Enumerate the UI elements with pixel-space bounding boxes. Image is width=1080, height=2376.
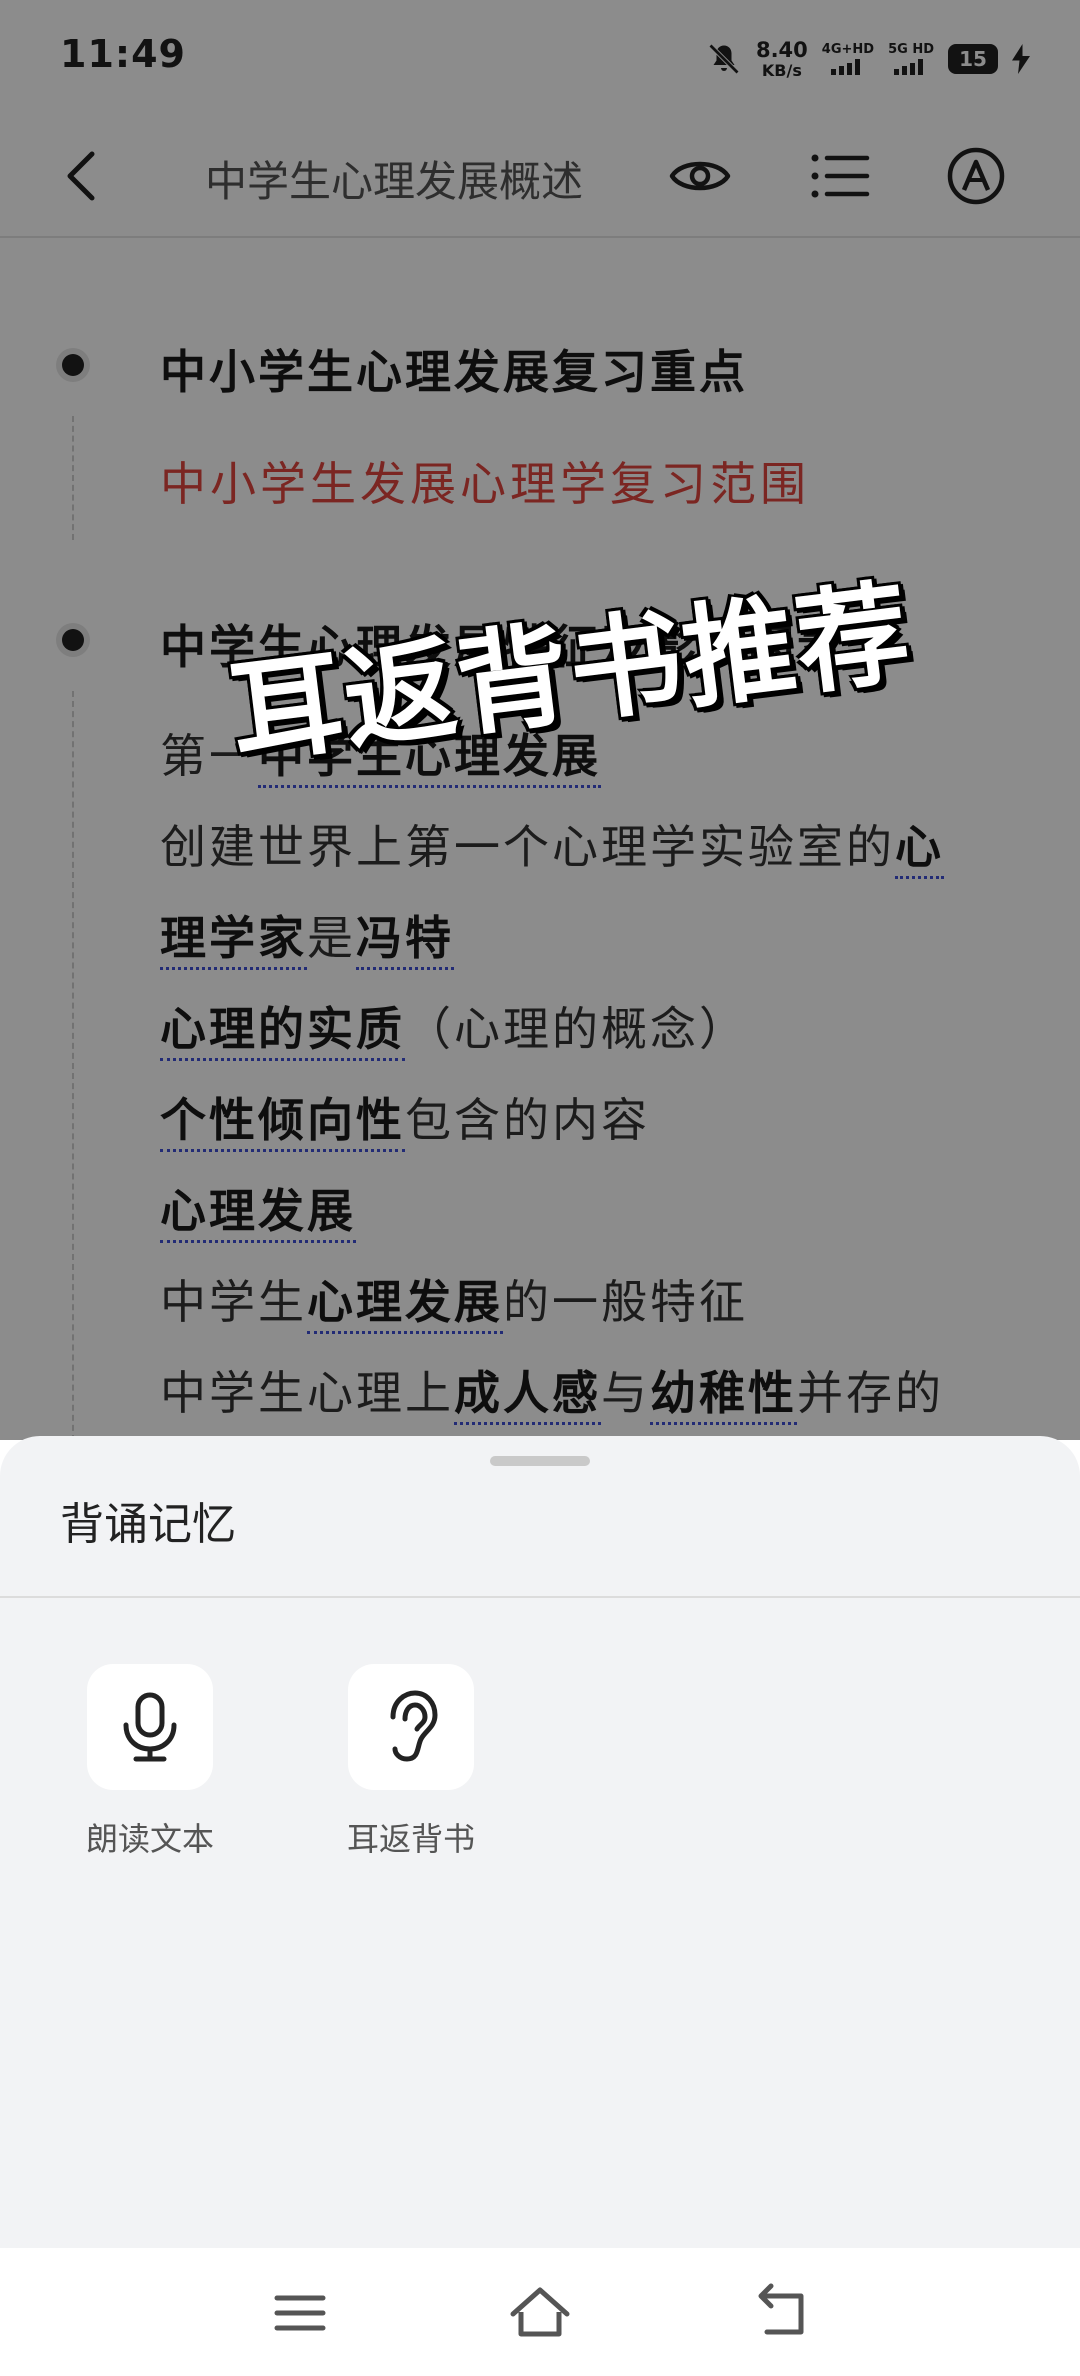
drag-handle[interactable] — [490, 1456, 590, 1466]
home-icon[interactable] — [505, 2278, 575, 2348]
menu-icon[interactable] — [265, 2278, 335, 2348]
action-icon-box[interactable] — [87, 1664, 213, 1790]
sheet-title: 背诵记忆 — [60, 1499, 236, 1550]
ear-icon — [390, 1690, 438, 1762]
read-aloud-button[interactable]: 朗读文本 — [65, 1664, 235, 1860]
microphone-icon — [123, 1692, 177, 1762]
system-nav-bar — [0, 2248, 1080, 2376]
back-icon[interactable] — [745, 2278, 815, 2348]
action-icon-box[interactable] — [348, 1664, 474, 1790]
action-label: 朗读文本 — [85, 1820, 214, 1858]
ear-recite-button[interactable]: 耳返背书 — [326, 1664, 496, 1860]
action-label: 耳返背书 — [346, 1820, 475, 1858]
screen: 11:49 8.40 KB/s 4G+HD 5G HD 15 中学生心理发展概述… — [0, 0, 1080, 2376]
bottom-sheet: 背诵记忆 朗读文本 耳返背书 — [0, 1436, 1080, 2248]
divider — [0, 1596, 1080, 1598]
